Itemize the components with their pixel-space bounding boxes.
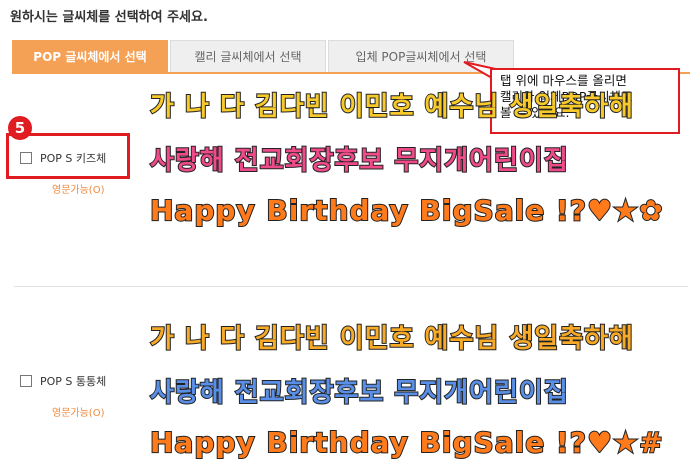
preview-line: 가 나 다 김다빈 이민호 예수님 생일축하해 [149,91,634,123]
font-tabs: POP 글씨체에서 선택 캘리 글씨체에서 선택 입체 POP글씨체에서 선택 [12,40,516,73]
preview-line: 사랑해 전교회장후보 무지개어린이집 [149,145,569,177]
font-name-tongtong: POP S 통통체 [40,375,107,388]
font-option-tongtong[interactable]: POP S 통통체 [20,373,106,389]
font-name-kids: POP S 키즈체 [40,152,107,165]
preview-line: Happy Birthday BigSale !?♥★# [149,425,664,460]
preview-line: 가 나 다 김다빈 이민호 예수님 생일축하해 [149,323,634,355]
font-checkbox-tongtong[interactable] [20,375,32,387]
tab-calligraphy[interactable]: 캘리 글씨체에서 선택 [170,40,326,73]
english-support-kids: 영문가능(O) [52,185,105,196]
preview-line: 사랑해 전교회장후보 무지개어린이집 [149,377,569,409]
font-option-kids[interactable]: POP S 키즈체 [20,150,106,166]
section-divider [14,286,688,287]
page-heading: 원하시는 글씨체를 선택하여 주세요. [10,10,208,25]
preview-line: Happy Birthday BigSale !?♥★✿ [149,193,664,228]
tab-pop[interactable]: POP 글씨체에서 선택 [12,40,168,73]
font-checkbox-kids[interactable] [20,152,32,164]
english-support-tongtong: 영문가능(O) [52,408,105,419]
